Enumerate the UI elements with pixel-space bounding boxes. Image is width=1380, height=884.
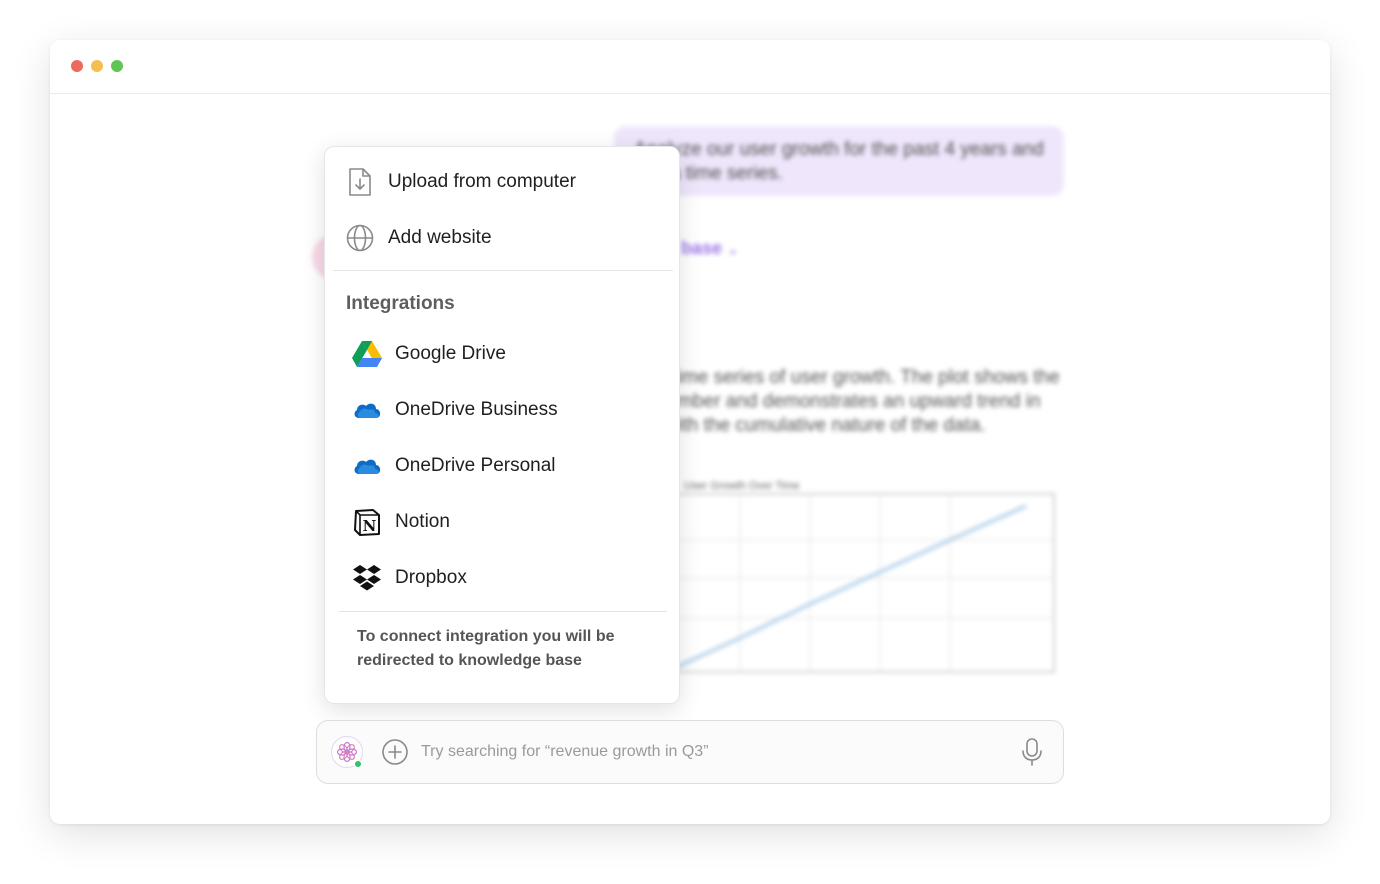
menu-item-label: Dropbox bbox=[395, 567, 467, 588]
file-upload-icon bbox=[345, 167, 375, 197]
user-message-bubble: Analyze our user growth for the past 4 y… bbox=[614, 126, 1064, 196]
onedrive-icon bbox=[352, 451, 382, 481]
google-drive-icon bbox=[352, 339, 382, 369]
microphone-button[interactable] bbox=[1017, 737, 1047, 767]
menu-item-label: Add website bbox=[388, 227, 492, 248]
menu-item-label: OneDrive Personal bbox=[395, 455, 556, 476]
chat-input-bar bbox=[316, 720, 1064, 784]
plus-circle-icon bbox=[382, 739, 408, 765]
menu-item-upload-from-computer[interactable]: Upload from computer bbox=[333, 158, 673, 206]
chevron-down-icon: ⌄ bbox=[727, 241, 739, 257]
menu-item-onedrive-business[interactable]: OneDrive Business bbox=[333, 386, 673, 434]
menu-item-label: Google Drive bbox=[395, 343, 506, 364]
notion-icon: N bbox=[352, 507, 382, 537]
online-status-dot bbox=[354, 760, 362, 768]
menu-item-dropbox[interactable]: Dropbox bbox=[333, 554, 673, 602]
flower-logo-icon bbox=[336, 741, 358, 763]
dropbox-icon bbox=[352, 563, 382, 593]
search-input[interactable] bbox=[421, 735, 981, 769]
menu-item-label: Upload from computer bbox=[388, 171, 576, 192]
integrations-section-label: Integrations bbox=[346, 293, 455, 314]
globe-icon bbox=[345, 223, 375, 253]
menu-item-label: Notion bbox=[395, 511, 450, 532]
onedrive-icon bbox=[352, 395, 382, 425]
menu-divider bbox=[339, 611, 667, 612]
growth-series-line bbox=[669, 504, 1027, 672]
menu-item-google-drive[interactable]: Google Drive bbox=[333, 330, 673, 378]
menu-item-label: OneDrive Business bbox=[395, 399, 558, 420]
svg-text:N: N bbox=[363, 517, 377, 535]
add-source-menu: Upload from computer Add website Integra… bbox=[324, 146, 680, 704]
integration-redirect-note: To connect integration you will be redir… bbox=[357, 628, 615, 669]
menu-item-onedrive-personal[interactable]: OneDrive Personal bbox=[333, 442, 673, 490]
menu-divider bbox=[333, 270, 673, 271]
add-source-button[interactable] bbox=[381, 738, 409, 766]
menu-item-notion[interactable]: N Notion bbox=[333, 498, 673, 546]
microphone-icon bbox=[1022, 738, 1042, 766]
menu-item-add-website[interactable]: Add website bbox=[333, 214, 673, 262]
